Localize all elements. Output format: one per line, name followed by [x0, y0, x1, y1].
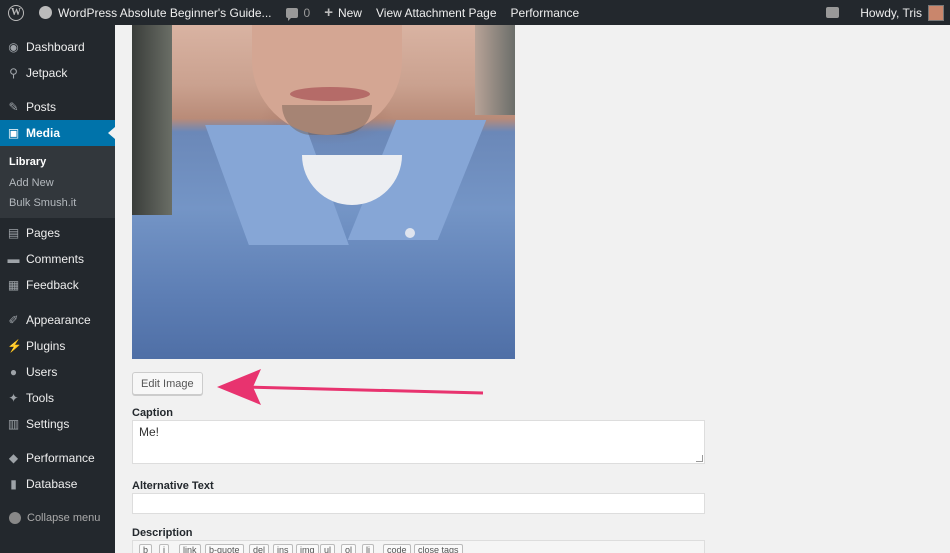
quicktag-li-button[interactable]: li	[362, 544, 374, 553]
my-account-menu[interactable]: Howdy, Tris	[853, 0, 950, 25]
brush-icon: ✐	[8, 313, 19, 327]
alt-text-label: Alternative Text	[132, 480, 214, 492]
comment-bubble-icon	[285, 7, 298, 21]
quicktag-img-button[interactable]: img	[296, 544, 319, 553]
menu-item-label: Comments	[26, 252, 85, 266]
description-label: Description	[132, 527, 193, 539]
menu-item-settings[interactable]: ▥ Settings	[0, 411, 115, 437]
caption-textarea[interactable]: Me!	[132, 420, 705, 464]
wordpress-logo-icon: W	[8, 4, 24, 21]
menu-item-performance[interactable]: ◆ Performance	[0, 445, 115, 471]
quicktag-del-button[interactable]: del	[249, 544, 270, 553]
menu-item-dashboard[interactable]: ◉ Dashboard	[0, 34, 115, 60]
menu-item-label: Settings	[26, 417, 70, 431]
quicktag-bold-button[interactable]: b	[139, 544, 153, 553]
menu-item-label: Tools	[26, 391, 55, 405]
howdy-label: Howdy, Tris	[860, 5, 922, 20]
menu-item-label: Feedback	[26, 278, 79, 292]
quicktag-code-button[interactable]: code	[383, 544, 411, 553]
menu-item-label: Media	[26, 126, 61, 140]
caption-label: Caption	[132, 407, 173, 419]
quicktag-ul-button[interactable]: ul	[320, 544, 336, 553]
menu-item-label: Pages	[26, 226, 61, 240]
admin-bar: W WordPress Absolute Beginner's Guide...…	[0, 0, 950, 25]
media-icon: ▣	[7, 126, 20, 140]
pin-icon: ✎	[8, 100, 19, 114]
menu-item-pages[interactable]: ▤ Pages	[0, 220, 115, 246]
resize-handle-icon[interactable]	[696, 455, 703, 462]
quicktag-bquote-button[interactable]: b-quote	[205, 544, 244, 553]
page-icon: ▤	[7, 226, 20, 240]
attachment-image-preview	[132, 25, 515, 359]
main-content: Edit Image Caption Me! Alternative Text …	[115, 25, 950, 553]
collapse-menu-button[interactable]: Collapse menu	[0, 505, 115, 531]
menu-item-comments[interactable]: ▬ Comments	[0, 246, 115, 272]
edit-image-button[interactable]: Edit Image	[132, 372, 203, 395]
new-label: New	[337, 5, 362, 20]
quicktag-link-button[interactable]: link	[179, 544, 201, 553]
menu-item-appearance[interactable]: ✐ Appearance	[0, 307, 115, 333]
menu-item-media[interactable]: ▣ Media	[0, 120, 115, 146]
menu-item-label: Dashboard	[26, 40, 85, 54]
submenu-item-library[interactable]: Library	[9, 156, 46, 168]
comment-count: 0	[303, 5, 311, 20]
quicktag-close-tags-button[interactable]: close tags	[414, 544, 463, 553]
performance-menu[interactable]: Performance	[504, 0, 587, 25]
wordpress-logo-menu[interactable]: W	[0, 0, 32, 25]
menu-item-label: Database	[26, 477, 78, 491]
menu-item-label: Appearance	[26, 313, 91, 327]
feedback-icon: ▦	[7, 278, 20, 292]
menu-item-label: Performance	[26, 451, 95, 465]
performance-icon: ◆	[8, 451, 19, 465]
menu-item-label: Users	[26, 365, 58, 379]
quicktag-ol-button[interactable]: ol	[341, 544, 357, 553]
admin-sidebar-menu: ◉ Dashboard ⚲ Jetpack ✎ Posts ▣ Media Li…	[0, 25, 115, 553]
menu-item-label: Posts	[26, 100, 57, 114]
quicktag-italic-button[interactable]: i	[159, 544, 169, 553]
menu-item-database[interactable]: ▮ Database	[0, 471, 115, 497]
comments-link[interactable]: 0	[279, 0, 318, 25]
plus-icon: +	[324, 4, 333, 21]
media-submenu: Library Add New Bulk Smush.it	[0, 146, 115, 218]
annotation-arrow	[217, 369, 484, 405]
settings-icon: ▥	[7, 417, 20, 431]
notification-icon[interactable]	[826, 7, 840, 18]
jetpack-icon: ⚲	[9, 66, 18, 80]
wrench-icon: ✦	[8, 391, 19, 405]
submenu-item-bulk-smush[interactable]: Bulk Smush.it	[9, 197, 76, 209]
quicktag-ins-button[interactable]: ins	[273, 544, 293, 553]
description-quicktags-toolbar: b i link b-quote del ins img ul ol li co…	[132, 540, 705, 553]
comment-icon: ▬	[7, 252, 20, 266]
submenu-item-add-new[interactable]: Add New	[9, 177, 54, 189]
site-name-link[interactable]: WordPress Absolute Beginner's Guide...	[32, 0, 279, 25]
database-icon: ▮	[10, 477, 17, 491]
menu-item-label: Plugins	[26, 339, 66, 353]
view-attachment-page-link[interactable]: View Attachment Page	[369, 0, 504, 25]
menu-item-label: Jetpack	[26, 66, 68, 80]
caption-value: Me!	[139, 425, 160, 439]
alt-text-input[interactable]	[132, 493, 705, 514]
plugin-icon: ⚡	[7, 339, 22, 353]
home-icon	[39, 6, 52, 19]
collapse-menu-label: Collapse menu	[27, 512, 101, 524]
menu-item-tools[interactable]: ✦ Tools	[0, 385, 115, 411]
menu-item-jetpack[interactable]: ⚲ Jetpack	[0, 60, 115, 86]
avatar	[928, 4, 944, 21]
menu-item-posts[interactable]: ✎ Posts	[0, 94, 115, 120]
site-title: WordPress Absolute Beginner's Guide...	[58, 5, 272, 20]
new-content-menu[interactable]: + New	[317, 0, 369, 25]
collapse-icon	[9, 512, 21, 524]
menu-item-feedback[interactable]: ▦ Feedback	[0, 272, 115, 298]
dashboard-icon: ◉	[8, 40, 19, 54]
users-icon: ●	[9, 365, 18, 379]
menu-item-users[interactable]: ● Users	[0, 359, 115, 385]
menu-item-plugins[interactable]: ⚡ Plugins	[0, 333, 115, 359]
